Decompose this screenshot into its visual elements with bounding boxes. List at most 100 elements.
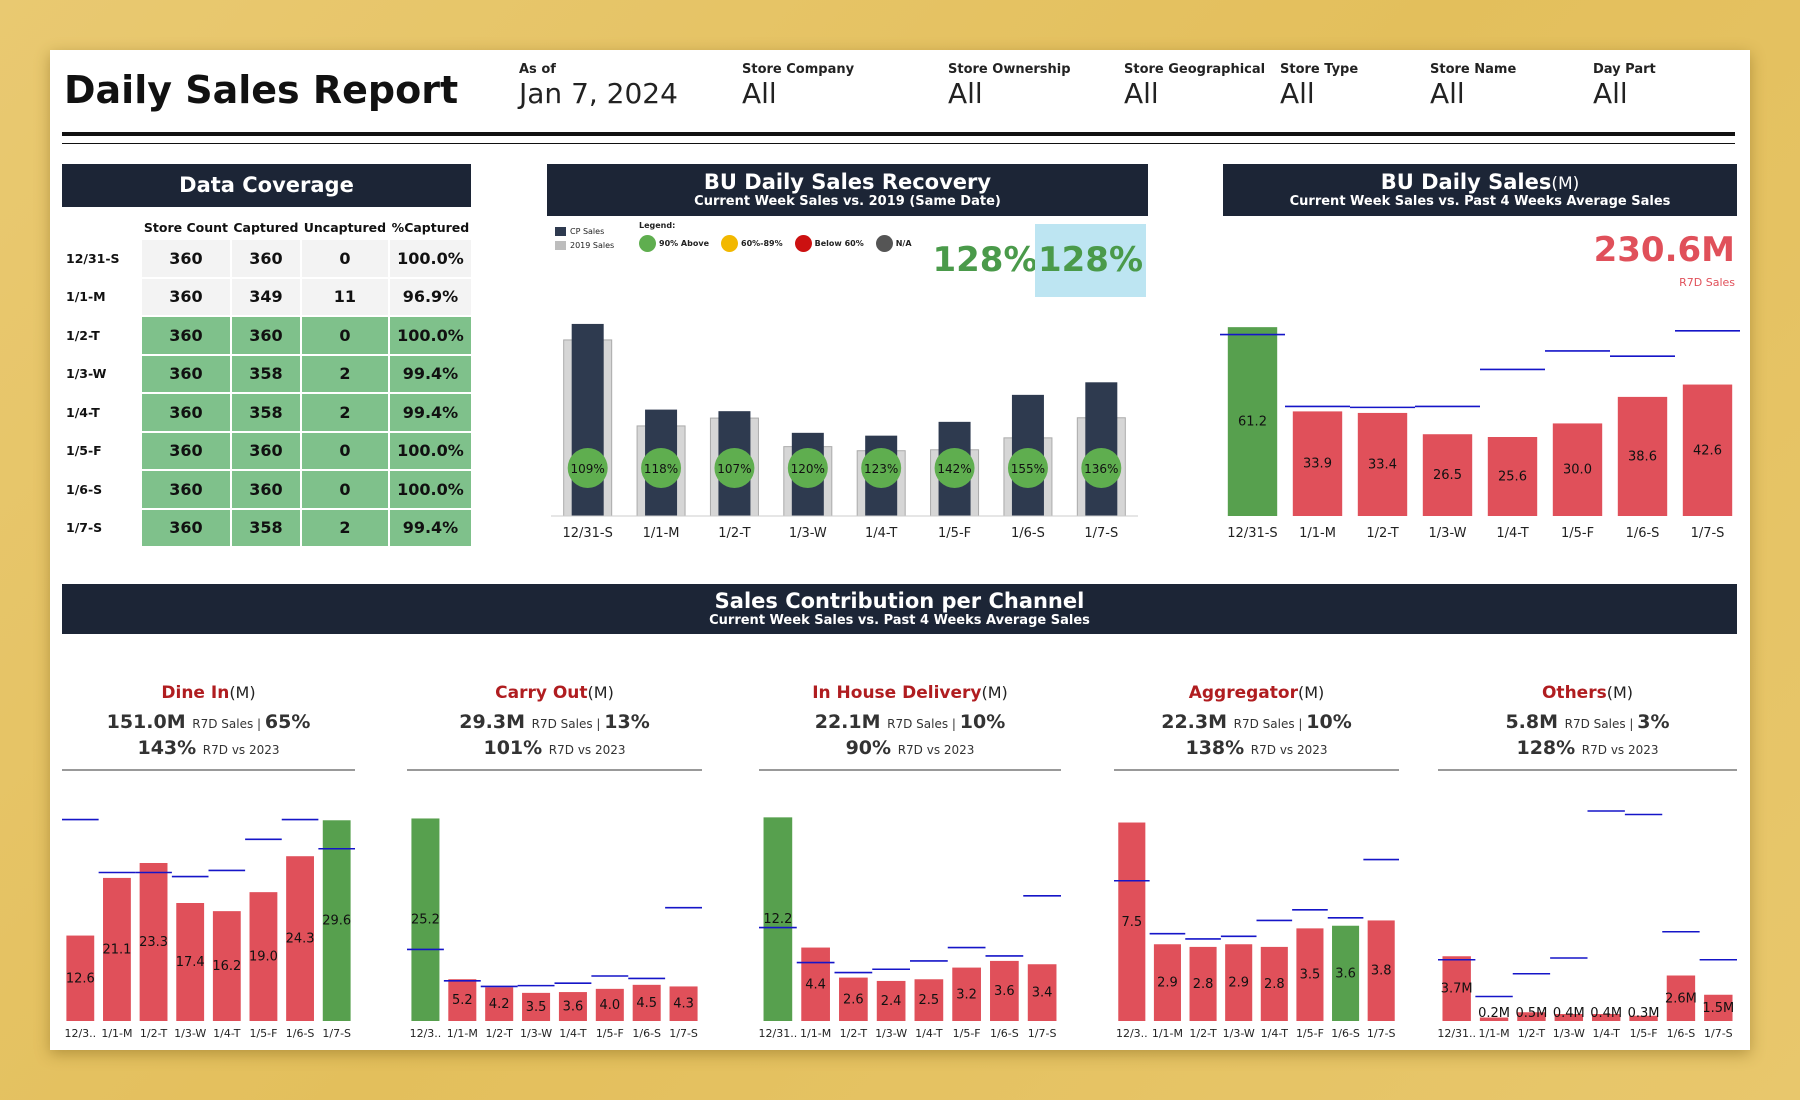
daily-sales-chart: 61.2 12/31-S 33.9 1/1-M 33.4 1/2-T 26.5 1/3-W 25… — [1220, 327, 1740, 541]
bar-value-label: 25.6 — [1498, 470, 1527, 485]
bar-value-label: 3.4 — [1032, 986, 1053, 1001]
table-cell: 96.9% — [389, 278, 471, 315]
x-tick-label: 1/5-F — [938, 526, 971, 541]
bar-value-label: 29.6 — [322, 914, 351, 929]
channel-section-subtitle: Current Week Sales vs. Past 4 Weeks Aver… — [709, 613, 1090, 628]
bar-value-label: 0.5M — [1515, 1006, 1547, 1021]
bar-value-label: 3.6 — [994, 984, 1015, 999]
channel-vs: 101% — [483, 737, 543, 759]
x-tick-label: 1/4-T — [915, 1027, 943, 1040]
x-tick-label: 1/6-S — [286, 1027, 315, 1040]
x-tick-label: 12/31-S — [562, 526, 612, 541]
channel-sales-line: 22.3M R7D Sales | 10% — [1114, 711, 1399, 733]
table-row: 1/6-S 360 360 0 100.0% — [62, 471, 471, 508]
x-tick-label: 1/5-F — [1296, 1027, 1324, 1040]
x-tick-label: 1/2-T — [840, 1027, 868, 1040]
channel-sales: 22.1M — [814, 711, 881, 733]
daily-sales-kpi: 230.6M — [1593, 230, 1735, 270]
x-tick-label: 1/7-S — [669, 1027, 698, 1040]
channel-title: Aggregator(M) — [1114, 683, 1399, 703]
swatch-icon — [555, 226, 566, 236]
bar-value-label: 61.2 — [1238, 415, 1267, 430]
x-tick-label: 1/4-T — [213, 1027, 241, 1040]
coverage-header-row: Store Count Captured Uncaptured %Capture… — [62, 216, 471, 238]
row-day-label: 1/3-W — [62, 355, 140, 392]
channel-sales-line: 151.0M R7D Sales | 65% — [62, 711, 355, 733]
channel-section-header: Sales Contribution per Channel Current W… — [62, 584, 1737, 634]
x-tick-label: 1/7-S — [1704, 1027, 1733, 1040]
table-cell: 100.0% — [389, 471, 471, 508]
channel-share: 10% — [1306, 711, 1352, 733]
filter-store-company[interactable]: Store Company All — [742, 62, 854, 110]
x-tick-label: 12/3.. — [64, 1027, 96, 1040]
filter-label: Store Company — [742, 62, 855, 77]
filter-store-geographical[interactable]: Store Geographical All — [1124, 62, 1265, 110]
x-tick-label: 1/2-T — [1518, 1027, 1546, 1040]
x-tick-label: 1/4-T — [1496, 526, 1528, 541]
col-header: %Captured — [391, 219, 470, 235]
table-cell: 99.4% — [389, 509, 471, 546]
x-tick-label: 1/7-S — [1084, 526, 1118, 541]
daily-sales-kpi-label: R7D Sales — [1679, 276, 1735, 289]
table-cell: 360 — [142, 240, 230, 277]
channel-vs-line: 128% R7D vs 2023 — [1438, 737, 1737, 759]
bar-value-label: 30.0 — [1563, 463, 1592, 478]
filter-as-of[interactable]: As of Jan 7, 2024 — [519, 62, 678, 110]
table-cell: 360 — [142, 355, 230, 392]
table-row: 1/3-W 360 358 2 99.4% — [62, 355, 471, 392]
channel-vs: 90% — [845, 737, 892, 759]
x-tick-label: 1/2-T — [140, 1027, 168, 1040]
filter-store-name[interactable]: Store Name All — [1430, 62, 1516, 110]
bar-value-label: 2.9 — [1228, 976, 1249, 991]
bar-value-label: 16.2 — [212, 959, 241, 974]
channel-title: Others(M) — [1438, 683, 1737, 703]
recovery-pct-label: 118% — [644, 462, 678, 476]
bar-value-label: 4.3 — [673, 997, 694, 1012]
x-tick-label: 1/6-S — [1011, 526, 1045, 541]
separator: | — [1294, 717, 1307, 731]
x-tick-label: 1/2-T — [1189, 1027, 1217, 1040]
row-day-label: 1/1-M — [62, 278, 140, 315]
recovery-pct-label: 107% — [717, 462, 751, 476]
legend-title: Legend: — [639, 221, 676, 230]
filter-store-ownership[interactable]: Store Ownership All — [948, 62, 1071, 110]
filter-label: Store Geographical — [1124, 62, 1266, 77]
table-cell: 360 — [231, 432, 300, 469]
filter-store-type[interactable]: Store Type All — [1280, 62, 1358, 110]
x-tick-label: 12/3.. — [410, 1027, 442, 1040]
channel-divider — [407, 769, 702, 771]
x-tick-label: 1/6-S — [990, 1027, 1019, 1040]
col-header: Uncaptured — [303, 219, 387, 235]
bar-value-label: 12.2 — [763, 912, 792, 927]
bar-value-label: 3.6 — [1335, 966, 1356, 981]
bar-value-label: 33.9 — [1303, 457, 1332, 472]
corner-cell — [62, 216, 140, 238]
table-row: 1/2-T 360 360 0 100.0% — [62, 317, 471, 354]
filter-label: Store Ownership — [948, 62, 1071, 77]
x-tick-label: 1/5-F — [953, 1027, 981, 1040]
bar-value-label: 7.5 — [1121, 915, 1142, 930]
status-legend-item: 90% Above — [639, 235, 709, 252]
filter-label: Day Part — [1593, 62, 1656, 77]
status-legend: 90% Above 60%-89% Below 60% N/A — [639, 235, 912, 252]
x-tick-label: 1/4-T — [1261, 1027, 1289, 1040]
status-legend-label: N/A — [895, 239, 912, 248]
bar-value-label: 4.2 — [489, 997, 510, 1012]
recovery-pct-label: 109% — [571, 462, 605, 476]
x-tick-label: 1/6-S — [1331, 1027, 1360, 1040]
series-legend-item: CP Sales — [555, 224, 635, 238]
channel-unit: (M) — [1606, 683, 1633, 702]
x-tick-label: 1/1-M — [1299, 526, 1336, 541]
recovery-kpi-right: 128% — [1035, 224, 1146, 297]
channel-unit: (M) — [229, 683, 256, 702]
bar-value-label: 2.6 — [843, 992, 864, 1007]
channel-name: Others — [1541, 683, 1607, 703]
recovery-title: BU Daily Sales Recovery — [703, 170, 992, 194]
row-day-label: 1/2-T — [62, 317, 140, 354]
channel-title: Dine In(M) — [62, 683, 355, 703]
table-cell: 360 — [231, 471, 300, 508]
x-tick-label: 1/3-W — [520, 1027, 552, 1040]
filter-day-part[interactable]: Day Part All — [1593, 62, 1656, 110]
daily-sales-title: BU Daily Sales — [1380, 170, 1552, 194]
header-rule-thick — [62, 132, 1735, 136]
